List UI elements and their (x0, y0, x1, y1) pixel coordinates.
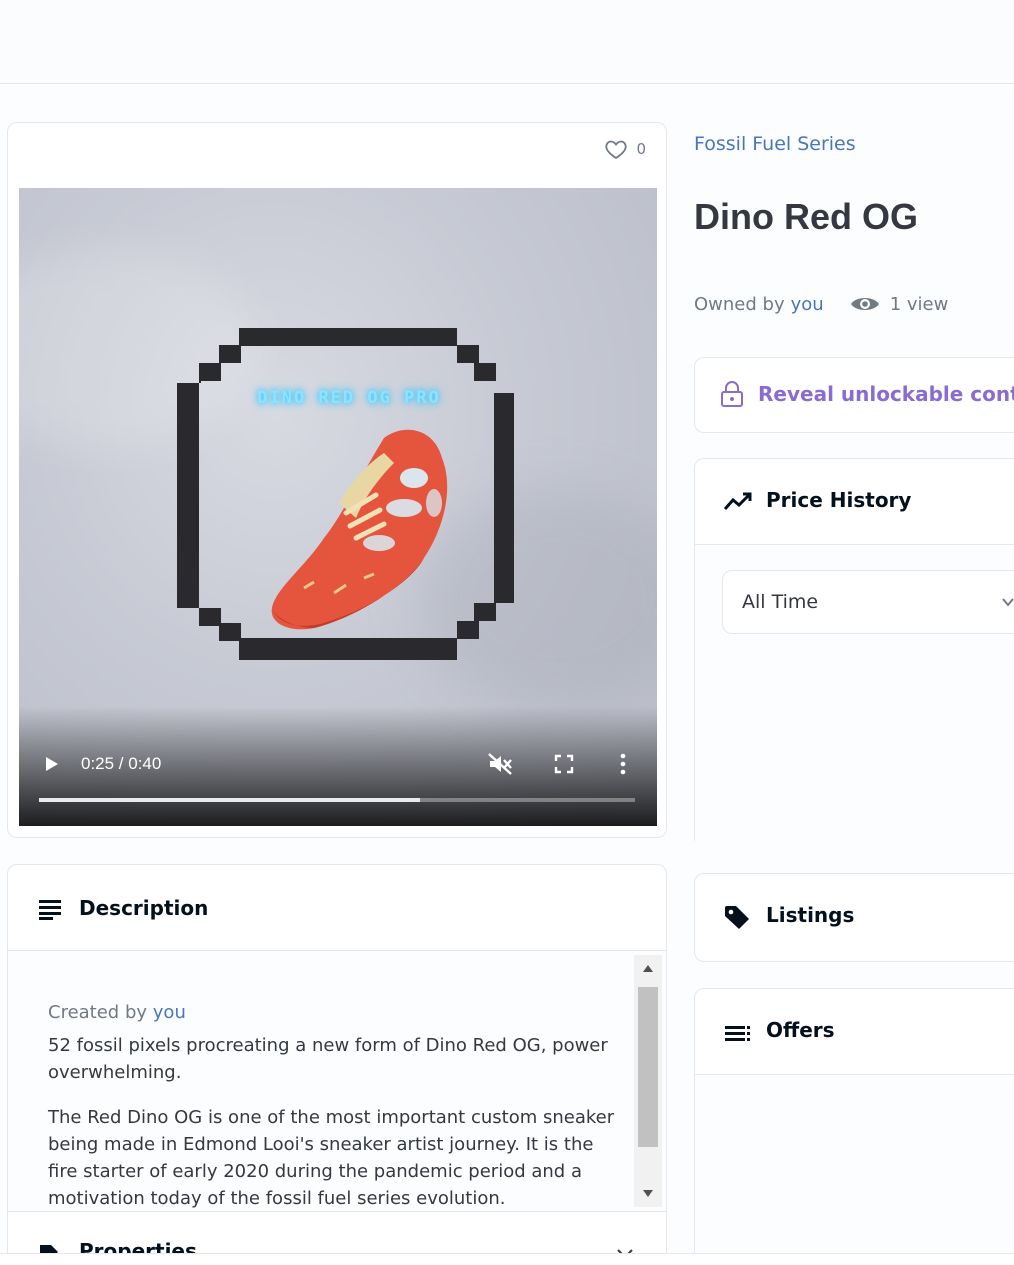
created-by-row: Created by you (48, 999, 618, 1026)
description-paragraph: The Red Dino OG is one of the most impor… (48, 1107, 615, 1209)
video-time: 0:25 / 0:40 (81, 754, 162, 773)
video-progress-bar[interactable] (39, 798, 635, 802)
creator-link[interactable]: you (153, 1002, 186, 1023)
tag-icon (725, 906, 749, 929)
description-content: Created by you 52 fossil pixels procreat… (48, 999, 618, 1211)
listings-panel[interactable]: Listings (694, 873, 1014, 962)
page-bottom-edge (0, 1253, 1014, 1265)
offers-body (695, 1075, 1014, 1265)
scroll-down-icon[interactable] (642, 1189, 654, 1199)
top-navbar (0, 0, 1014, 84)
video-progress-fill (39, 798, 421, 802)
item-title: Dino Red OG (694, 196, 918, 237)
view-count: 1 view (889, 293, 949, 315)
price-history-panel: Price History All Time (694, 458, 1014, 848)
time-range-select[interactable]: All Time (722, 570, 1014, 634)
list-icon (725, 1026, 750, 1041)
notes-icon (39, 900, 61, 920)
owner-link[interactable]: you (791, 294, 824, 315)
created-by-label: Created by (48, 1002, 148, 1023)
offers-panel: Offers (694, 988, 1014, 1265)
price-history-header[interactable]: Price History (695, 459, 1014, 545)
favorite-button[interactable]: 0 (604, 137, 646, 161)
reveal-unlockable-button[interactable]: Reveal unlockable content (694, 357, 1014, 433)
fullscreen-icon[interactable] (553, 753, 575, 775)
offers-title: Offers (766, 1018, 835, 1042)
trending-icon (723, 492, 752, 510)
reveal-unlockable-label: Reveal unlockable content (758, 382, 1014, 406)
eye-icon (850, 298, 879, 310)
offers-header[interactable]: Offers (695, 989, 1014, 1075)
owned-by-label: Owned by (694, 293, 785, 315)
media-card: 0 DINO RED OG PRO 0:25 / 0:40 (7, 122, 667, 838)
video-controls: 0:25 / 0:40 (19, 736, 657, 826)
collection-link[interactable]: Fossil Fuel Series (694, 133, 856, 155)
scrollbar-thumb[interactable] (638, 987, 658, 1147)
play-icon[interactable] (41, 754, 61, 774)
sneaker-image (271, 429, 448, 630)
listings-header[interactable]: Listings (695, 874, 1014, 960)
description-paragraph: 52 fossil pixels procreating a new form … (48, 1035, 608, 1083)
description-scrollbar[interactable] (634, 955, 662, 1207)
listings-title: Listings (766, 903, 855, 927)
description-title: Description (79, 896, 209, 920)
scroll-up-icon[interactable] (642, 963, 654, 973)
owner-row: Owned by you 1 view (694, 292, 948, 316)
price-history-body: All Time (695, 545, 1014, 848)
heart-icon (605, 140, 628, 160)
video-overlay-text: DINO RED OG PRO (257, 388, 441, 408)
description-header[interactable]: Description (8, 865, 666, 951)
mute-icon[interactable] (487, 752, 513, 776)
price-history-title: Price History (766, 488, 912, 512)
more-vert-icon[interactable] (617, 752, 629, 776)
favorite-count: 0 (636, 140, 646, 158)
time-range-value: All Time (742, 591, 819, 613)
description-body: Created by you 52 fossil pixels procreat… (8, 951, 666, 1211)
description-panel: Description Created by you 52 fossil pix… (7, 864, 667, 1265)
chevron-down-icon (1002, 598, 1014, 607)
video-player[interactable]: DINO RED OG PRO 0:25 / 0:40 (19, 188, 657, 826)
lock-icon (721, 381, 743, 407)
